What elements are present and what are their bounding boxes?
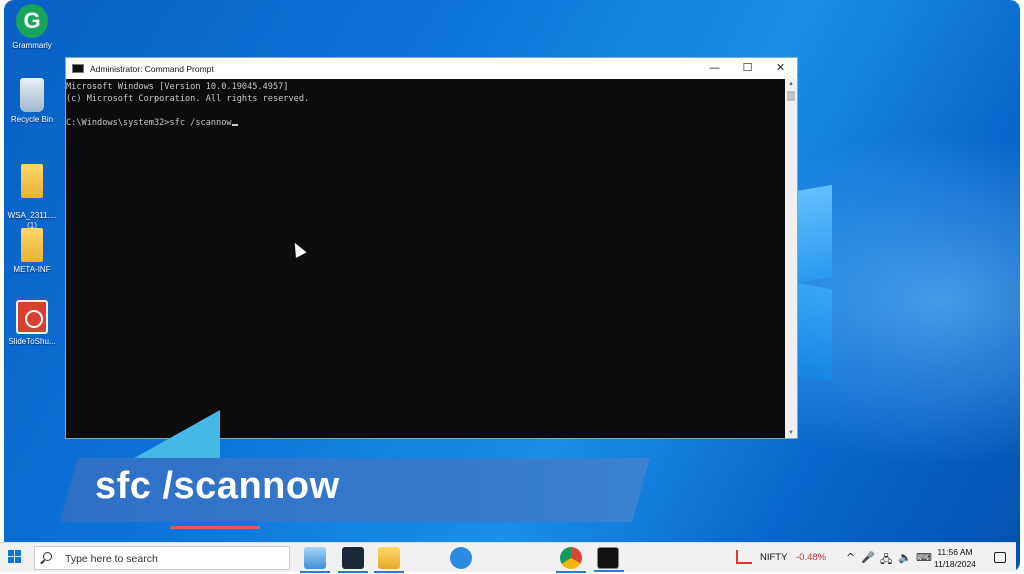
desktop-icon-meta-inf[interactable]: META-INF [4,228,60,275]
command-prompt-window[interactable]: Administrator: Command Prompt — ☐ ✕ Micr… [65,57,798,439]
edge-icon[interactable] [450,547,472,569]
start-button[interactable] [8,550,22,564]
vertical-scrollbar[interactable]: ▲ ▼ [785,79,797,438]
caption-text: sfc /scannow [95,465,340,507]
windows-logo-wallpaper [796,184,836,382]
volume-icon[interactable]: 🔈 [898,551,912,564]
recycle-bin-icon [20,78,44,112]
maximize-button[interactable]: ☐ [731,58,764,79]
console-command: C:\Windows\system32>sfc /scannow [66,118,232,128]
taskbar-clock[interactable]: 11:56 AM 11/18/2024 [934,546,976,570]
taskbar-app-icon[interactable] [338,547,368,573]
nifty-change[interactable]: -0.48% [796,552,826,563]
minimize-button[interactable]: — [698,58,731,79]
scroll-thumb[interactable] [787,91,795,101]
power-icon [16,300,48,334]
console-line: (c) Microsoft Corporation. All rights re… [66,94,310,104]
scroll-up-icon[interactable]: ▲ [785,79,797,89]
taskbar-search-box[interactable]: Type here to search [34,546,290,570]
desktop-icon-slidetoshutdown[interactable]: SlideToShu... [4,300,60,347]
desktop-icon-label: Grammarly [12,41,52,50]
keyboard-icon[interactable]: ⌨ [916,551,932,564]
chrome-icon[interactable] [556,547,586,573]
taskbar: Type here to search NIFTY -0.48% ^ 🎤 🖧 🔈… [0,542,1016,573]
cmd-app-icon [72,64,84,73]
desktop-icon-label: META-INF [13,265,51,274]
stock-chart-icon [736,550,752,564]
search-placeholder: Type here to search [65,553,158,565]
search-icon [43,552,52,561]
taskbar-app-icon[interactable] [300,547,330,573]
console-output[interactable]: Microsoft Windows [Version 10.0.19045.49… [66,79,785,438]
show-hidden-icons-chevron-icon[interactable]: ^ [846,551,855,564]
scroll-down-icon[interactable]: ▼ [785,428,797,438]
folder-icon [21,164,43,198]
network-icon[interactable]: 🖧 [880,551,892,570]
console-line: Microsoft Windows [Version 10.0.19045.49… [66,82,289,92]
clock-date: 11/18/2024 [934,559,976,569]
microphone-icon[interactable]: 🎤 [861,551,875,564]
clock-time: 11:56 AM [937,547,973,557]
file-explorer-icon[interactable] [374,547,404,573]
console-prompt-line: C:\Windows\system32>sfc /scannow [66,117,785,129]
window-title: Administrator: Command Prompt [90,63,214,74]
notification-icon[interactable] [994,552,1006,563]
command-prompt-taskbar-icon[interactable] [594,547,624,572]
desktop-icon-label: SlideToShu... [8,337,56,346]
nifty-label[interactable]: NIFTY [760,552,787,563]
window-titlebar[interactable]: Administrator: Command Prompt — ☐ ✕ [66,58,797,79]
grammarly-icon: G [16,4,48,38]
folder-icon [21,228,43,262]
text-cursor [231,124,238,126]
caption-underline [170,526,260,529]
desktop-icon-label: Recycle Bin [10,115,54,124]
banner-accent-triangle [120,410,220,466]
desktop-icon-grammarly[interactable]: G Grammarly [4,4,60,51]
desktop-icon-recycle-bin[interactable]: Recycle Bin [4,78,60,125]
close-button[interactable]: ✕ [764,58,797,79]
